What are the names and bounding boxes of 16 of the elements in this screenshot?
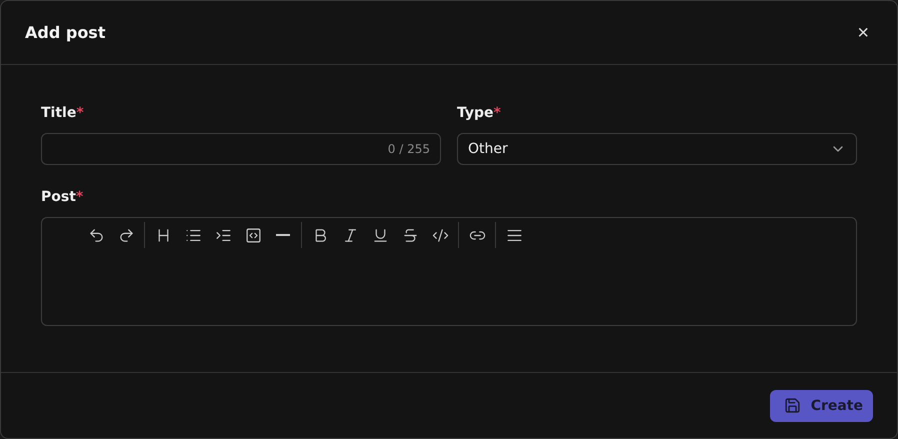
type-dropdown[interactable]: Other <box>457 133 857 165</box>
horizontal-rule-icon <box>276 234 290 236</box>
field-label: Type* <box>457 105 502 121</box>
code-icon <box>432 226 448 244</box>
undo-icon <box>88 226 104 244</box>
field-label: Title* <box>41 105 85 121</box>
character-counter: 0 / 255 <box>388 142 430 156</box>
strikethrough-icon <box>402 226 418 244</box>
redo-icon <box>118 226 134 244</box>
save-icon <box>784 397 801 414</box>
dialog-title: Add post <box>25 23 106 42</box>
close-button[interactable]: × <box>853 22 873 42</box>
code-block-icon <box>244 226 262 244</box>
field-label: Post* <box>41 189 84 205</box>
underline-icon <box>372 226 388 244</box>
title-field[interactable]: 0 / 255 <box>41 133 441 165</box>
